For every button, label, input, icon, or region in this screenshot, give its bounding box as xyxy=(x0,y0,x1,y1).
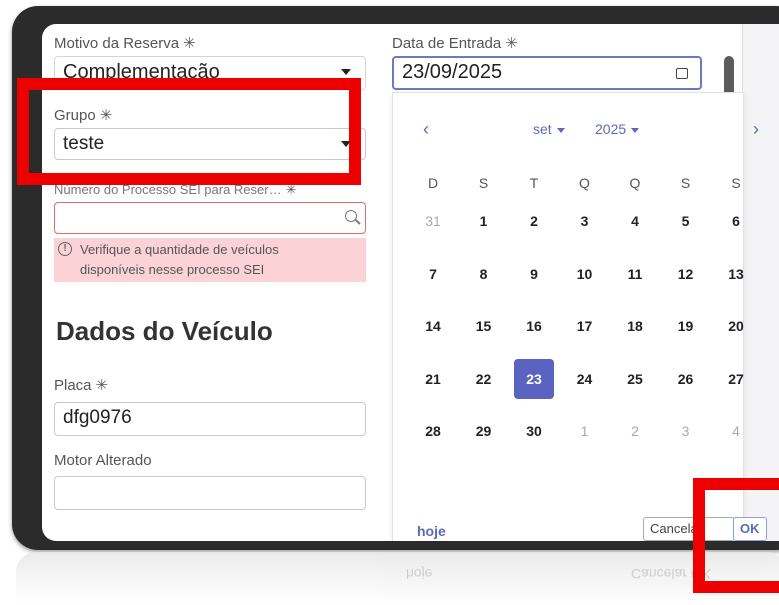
calendar-day[interactable]: 14 xyxy=(413,306,453,346)
highlight-box-ok xyxy=(693,478,779,593)
placa-label: Placa ✳ xyxy=(54,377,109,394)
scrollbar-thumb[interactable] xyxy=(724,56,734,96)
section-title-vehicle: Dados do Veículo xyxy=(56,316,273,346)
screen-reflection: hoje Cancelar OK xyxy=(16,552,779,605)
data-entrada-label: Data de Entrada ✳ xyxy=(392,35,518,52)
calendar-day[interactable]: 30 xyxy=(514,411,554,451)
calendar-day[interactable]: 9 xyxy=(514,254,554,294)
search-icon[interactable] xyxy=(345,210,357,222)
calendar-day[interactable]: 1 xyxy=(464,201,504,241)
calendar-day[interactable]: 7 xyxy=(413,254,453,294)
sei-warning-message: ! Verifique a quantidade de veículos dis… xyxy=(54,238,366,282)
chevron-down-icon xyxy=(341,69,351,75)
caret-down-icon xyxy=(631,127,640,133)
warning-text-line1: Verifique a quantidade de veículos xyxy=(80,242,279,257)
calendar-day[interactable]: 24 xyxy=(565,359,605,399)
month-select[interactable]: set xyxy=(533,121,565,137)
calendar-day[interactable]: 1 xyxy=(565,411,605,451)
calendar-day[interactable]: 31 xyxy=(413,201,453,241)
weekday-label: S xyxy=(731,175,741,191)
weekday-header: DSTQQSS xyxy=(413,175,743,195)
motor-input[interactable] xyxy=(54,476,366,510)
date-picker-popup: ‹ set 2025 › DSTQQSS 31 1 2 3 4 5 6 7 8 9 10 11 12 13… xyxy=(392,92,767,541)
calendar-day[interactable]: 2 xyxy=(514,201,554,241)
sei-search-input[interactable] xyxy=(54,202,366,234)
next-month-button[interactable]: › xyxy=(753,119,759,140)
calendar-day[interactable]: 18 xyxy=(615,306,655,346)
calendar-day[interactable]: 20 xyxy=(716,306,756,346)
calendar-day[interactable]: 27 xyxy=(716,359,756,399)
calendar-day[interactable]: 25 xyxy=(615,359,655,399)
data-entrada-value: 23/09/2025 xyxy=(402,61,503,83)
warning-text-line2: disponíveis nesse processo SEI xyxy=(80,262,265,277)
calendar-day[interactable]: 19 xyxy=(666,306,706,346)
calendar-day[interactable]: 8 xyxy=(464,254,504,294)
weekday-label: D xyxy=(427,175,439,191)
caret-down-icon xyxy=(556,127,565,133)
calendar-day[interactable]: 22 xyxy=(464,359,504,399)
calendar-day[interactable]: 13 xyxy=(716,254,756,294)
weekday-label: T xyxy=(529,175,539,191)
motor-label: Motor Alterado xyxy=(54,452,152,469)
calendar-day[interactable]: 3 xyxy=(666,411,706,451)
alert-circle-icon: ! xyxy=(58,242,72,256)
today-button[interactable]: hoje xyxy=(417,523,446,539)
calendar-day[interactable]: 3 xyxy=(565,201,605,241)
motivo-label: Motivo da Reserva ✳ xyxy=(54,35,196,52)
placa-input[interactable]: dfg0976 xyxy=(54,402,366,436)
calendar-day[interactable]: 28 xyxy=(413,411,453,451)
calendar-day[interactable]: 11 xyxy=(615,254,655,294)
calendar-day[interactable]: 15 xyxy=(464,306,504,346)
weekday-label: S xyxy=(478,175,489,191)
weekday-label: Q xyxy=(579,175,590,191)
weekday-label: S xyxy=(680,175,691,191)
calendar-day[interactable]: 26 xyxy=(666,359,706,399)
calendar-day[interactable]: 4 xyxy=(615,201,655,241)
data-entrada-input[interactable]: 23/09/2025 xyxy=(392,56,702,90)
highlight-box-grupo xyxy=(17,78,361,185)
weekday-label: Q xyxy=(629,175,641,191)
prev-month-button[interactable]: ‹ xyxy=(423,119,429,140)
calendar-day-selected[interactable]: 23 xyxy=(514,358,554,399)
calendar-day[interactable]: 16 xyxy=(514,306,554,346)
calendar-day[interactable]: 12 xyxy=(666,254,706,294)
calendar-day[interactable]: 4 xyxy=(716,411,756,451)
calendar-day[interactable]: 17 xyxy=(565,306,605,346)
calendar-day[interactable]: 5 xyxy=(666,201,706,241)
year-select[interactable]: 2025 xyxy=(595,121,640,137)
calendar-day[interactable]: 2 xyxy=(615,411,655,451)
calendar-day[interactable]: 29 xyxy=(464,411,504,451)
calendar-day[interactable]: 10 xyxy=(565,254,605,294)
placa-value: dfg0976 xyxy=(63,407,132,428)
calendar-icon[interactable] xyxy=(676,68,688,79)
calendar-day[interactable]: 6 xyxy=(716,201,756,241)
calendar-day[interactable]: 21 xyxy=(413,359,453,399)
